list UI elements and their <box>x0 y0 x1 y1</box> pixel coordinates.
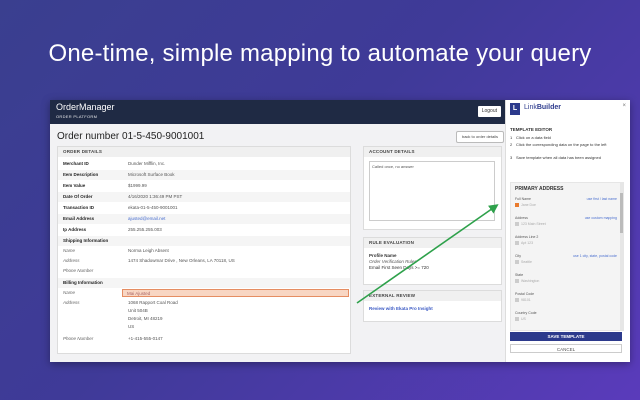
app-screenshot: OrderManager ORDER PLATFORM Logout Order… <box>50 100 630 362</box>
mapping-arrow <box>356 204 499 304</box>
headline: One-time, simple mapping to automate you… <box>48 40 592 67</box>
